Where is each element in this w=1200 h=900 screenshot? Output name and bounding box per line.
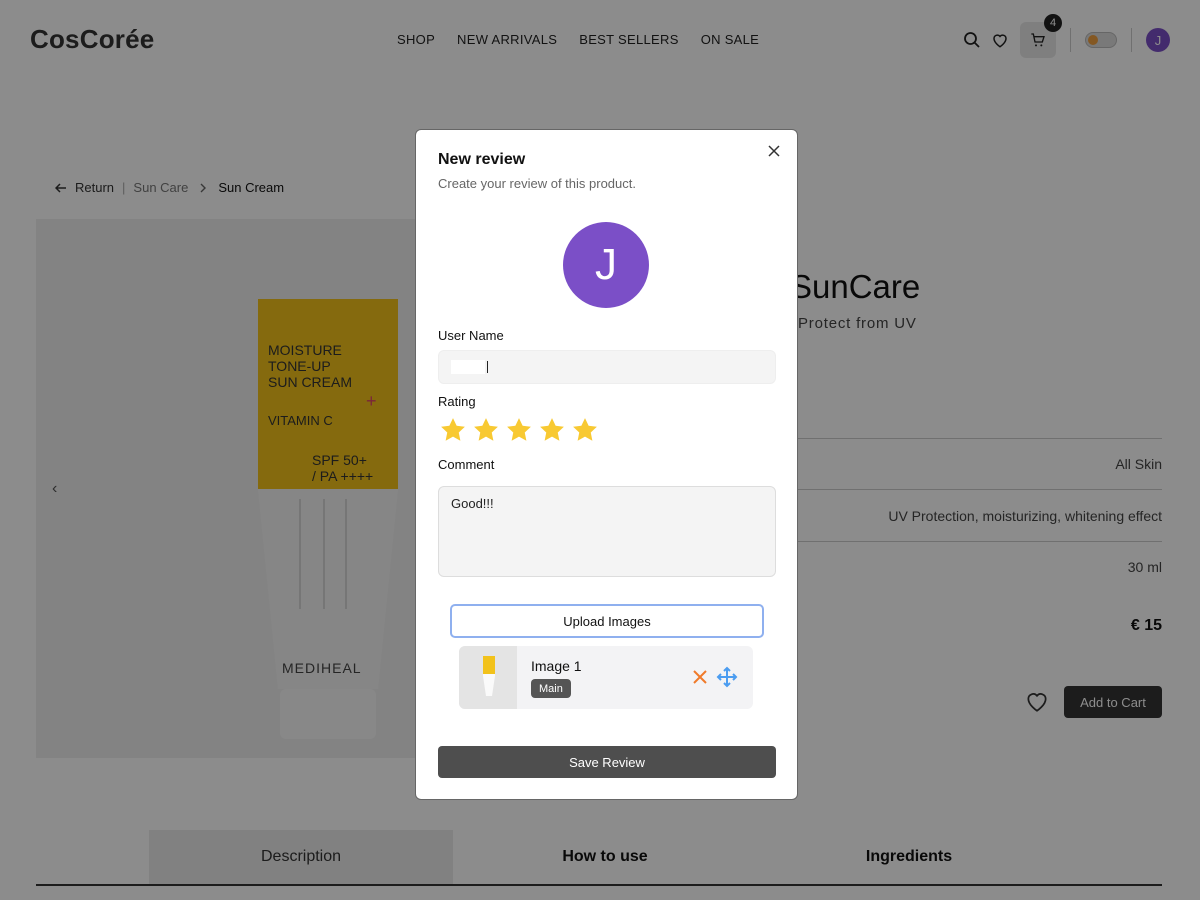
rating-label: Rating (438, 394, 476, 409)
new-review-dialog: New review Create your review of this pr… (415, 129, 798, 800)
star-icon[interactable] (537, 415, 567, 445)
close-icon[interactable] (767, 144, 781, 158)
username-field[interactable] (438, 350, 776, 384)
username-value (451, 360, 485, 374)
image-thumbnail (459, 646, 517, 709)
username-label: User Name (438, 328, 504, 343)
star-icon[interactable] (504, 415, 534, 445)
main-image-badge: Main (531, 679, 571, 698)
comment-field[interactable]: Good!!! (438, 486, 776, 577)
dialog-subtitle: Create your review of this product. (438, 176, 636, 191)
move-icon[interactable] (716, 666, 738, 688)
uploaded-image-item: Image 1 Main (459, 646, 753, 709)
rating-stars[interactable] (438, 415, 600, 445)
upload-images-button[interactable]: Upload Images (450, 604, 764, 638)
remove-icon[interactable] (691, 668, 709, 686)
star-icon[interactable] (570, 415, 600, 445)
comment-label: Comment (438, 457, 495, 472)
image-name: Image 1 (531, 658, 582, 674)
text-caret (487, 361, 488, 373)
star-icon[interactable] (471, 415, 501, 445)
reviewer-avatar: J (563, 222, 649, 308)
save-review-button[interactable]: Save Review (438, 746, 776, 778)
dialog-title: New review (438, 151, 526, 168)
star-icon[interactable] (438, 415, 468, 445)
